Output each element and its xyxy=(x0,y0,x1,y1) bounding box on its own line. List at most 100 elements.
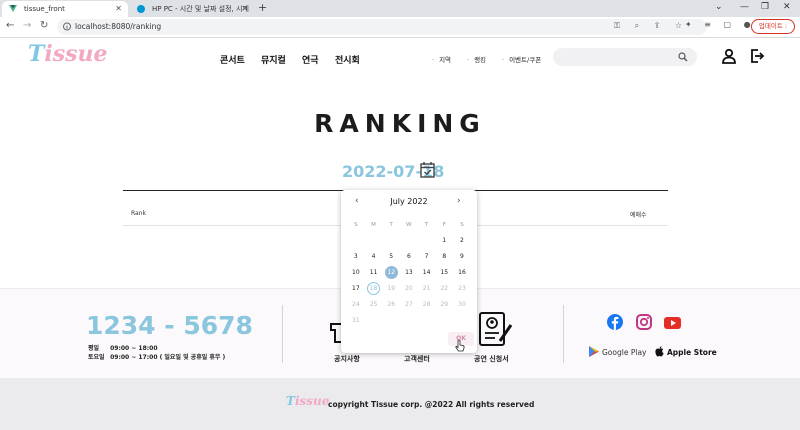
new-tab-icon[interactable]: + xyxy=(258,1,267,14)
facebook-icon[interactable] xyxy=(607,314,623,330)
close-tab-icon[interactable]: ✕ xyxy=(241,1,248,17)
calendar-day: 21 xyxy=(422,285,431,292)
calendar-day: 20 xyxy=(405,285,413,292)
calendar-empty-cell xyxy=(400,313,418,329)
footer-link-apply[interactable]: 공연 신청서 xyxy=(474,354,509,364)
column-header-rank: Rank xyxy=(131,210,146,217)
reload-icon[interactable]: ↻ xyxy=(40,20,48,31)
calendar-day: 25 xyxy=(369,301,378,308)
calendar-day[interactable]: 12 xyxy=(382,265,400,281)
url-text: localhost:8080/ranking xyxy=(75,22,162,31)
footer-link-notice[interactable]: 공지사항 xyxy=(334,354,360,364)
application-form-icon[interactable] xyxy=(478,311,514,349)
nav-concert[interactable]: 콘서트 xyxy=(220,53,245,66)
page-title: RANKING xyxy=(314,109,486,138)
site-header: Tissue 콘서트 뮤지컬 연극 전시회 지역 랭킹 이벤트/쿠폰 xyxy=(0,38,800,81)
search-input[interactable] xyxy=(553,48,697,66)
calendar-day[interactable]: 2 xyxy=(453,233,471,249)
weekday-header: T xyxy=(389,222,393,228)
nav-play[interactable]: 연극 xyxy=(302,53,319,66)
close-window-icon[interactable]: ✕ xyxy=(783,2,791,12)
google-play-icon xyxy=(589,346,599,357)
weekday-header: W xyxy=(406,222,412,228)
calendar-empty-cell xyxy=(400,233,418,249)
instagram-icon[interactable] xyxy=(636,314,652,330)
search-icon[interactable] xyxy=(678,52,688,62)
calendar-day[interactable]: 14 xyxy=(418,265,436,281)
tab-title: tissue_front xyxy=(24,5,65,13)
calendar-empty-cell xyxy=(418,313,436,329)
google-play-badge[interactable]: Google Play xyxy=(589,346,646,357)
copyright-bar: Tissue copyright Tissue corp. @2022 All … xyxy=(0,378,800,430)
info-icon xyxy=(63,22,71,31)
calendar-day: 29 xyxy=(440,301,449,308)
browser-tab-tissue[interactable]: tissue_front ✕ xyxy=(2,1,128,17)
calendar-day[interactable]: 9 xyxy=(453,249,471,265)
calendar-empty-cell xyxy=(382,313,400,329)
address-bar[interactable]: localhost:8080/ranking xyxy=(57,19,707,35)
calendar-day[interactable]: 15 xyxy=(435,265,453,281)
datepicker-popup: ‹ July 2022 › S M T W T F S 1 2 3 4 5 6 7 8 9 10 11 12 13 14… xyxy=(341,190,477,353)
site-logo[interactable]: Tissue xyxy=(28,41,108,67)
contact-phone: 1234 - 5678 xyxy=(86,311,253,340)
calendar-day[interactable]: 4 xyxy=(365,249,383,265)
minimize-icon[interactable]: — xyxy=(740,2,749,12)
calendar-empty-cell xyxy=(382,233,400,249)
maximize-icon[interactable]: ❐ xyxy=(761,2,769,12)
forward-icon[interactable]: → xyxy=(23,20,31,31)
nav-ranking[interactable]: 랭킹 xyxy=(467,54,486,64)
apple-icon xyxy=(655,346,664,357)
nav-musical[interactable]: 뮤지컬 xyxy=(261,53,286,66)
calendar-day[interactable]: 8 xyxy=(435,249,453,265)
weekday-header: T xyxy=(424,222,429,228)
weekday-header: F xyxy=(442,222,446,228)
calendar-empty-cell xyxy=(365,233,383,249)
logout-icon[interactable] xyxy=(750,48,765,64)
calendar-day[interactable]: 11 xyxy=(365,265,383,281)
calendar-empty-cell xyxy=(453,313,471,329)
calendar-day: 23 xyxy=(458,285,466,292)
calendar-day[interactable]: 3 xyxy=(347,249,365,265)
calendar-day[interactable]: 5 xyxy=(382,249,400,265)
calendar-day[interactable]: 16 xyxy=(453,265,471,281)
omnibox-actions-icon[interactable]: ⚿ ⌕ ⇪ ☆ xyxy=(614,21,688,31)
calendar-empty-cell xyxy=(365,313,383,329)
calendar-day[interactable]: 6 xyxy=(400,249,418,265)
browser-tab-hp[interactable]: HP PC - 시간 및 날짜 설정, 시계 ✕ xyxy=(130,1,254,17)
calendar-day[interactable]: 17 xyxy=(347,281,365,297)
next-month-icon[interactable]: › xyxy=(457,196,461,206)
calendar-day[interactable]: 7 xyxy=(418,249,436,265)
calendar-day[interactable]: 1 xyxy=(435,233,453,249)
calendar-day: 28 xyxy=(422,301,431,308)
calendar-empty-cell xyxy=(347,233,365,249)
user-icon[interactable] xyxy=(722,48,736,64)
copyright-logo: Tissue xyxy=(286,394,330,408)
calendar-day: 22 xyxy=(440,285,449,292)
youtube-icon[interactable] xyxy=(664,317,681,329)
calendar-day[interactable]: 13 xyxy=(400,265,418,281)
hp-favicon-icon xyxy=(137,5,145,13)
footer-divider xyxy=(563,305,564,363)
footer-link-support[interactable]: 고객센터 xyxy=(404,354,430,364)
hand-cursor-icon xyxy=(455,340,465,352)
vue-favicon-icon xyxy=(9,5,17,12)
weekday-header: S xyxy=(460,222,464,228)
apple-store-badge[interactable]: Apple Store xyxy=(655,346,717,357)
extensions-icon[interactable]: ✦ ≡ ▢ ● xyxy=(685,20,756,29)
calendar-day: 19 xyxy=(387,285,396,292)
tab-search-icon[interactable]: ⌄ xyxy=(715,2,723,12)
nav-events[interactable]: 이벤트/쿠폰 xyxy=(502,54,541,64)
weekday-header: M xyxy=(371,222,376,228)
close-tab-icon[interactable]: ✕ xyxy=(115,1,122,17)
back-icon[interactable]: ← xyxy=(6,20,14,31)
calendar-day[interactable]: 18 xyxy=(365,281,383,297)
tab-title: HP PC - 시간 및 날짜 설정, 시계 xyxy=(152,5,249,13)
nav-region[interactable]: 지역 xyxy=(432,54,451,64)
nav-exhibition[interactable]: 전시회 xyxy=(335,53,360,66)
calendar-day: 27 xyxy=(405,301,413,308)
calendar-icon[interactable] xyxy=(420,161,435,178)
update-button[interactable]: 업데이트 : xyxy=(751,19,795,34)
weekday-header: S xyxy=(354,222,358,228)
browser-tab-bar: tissue_front ✕ HP PC - 시간 및 날짜 설정, 시계 ✕ … xyxy=(0,0,800,17)
calendar-day[interactable]: 10 xyxy=(347,265,365,281)
